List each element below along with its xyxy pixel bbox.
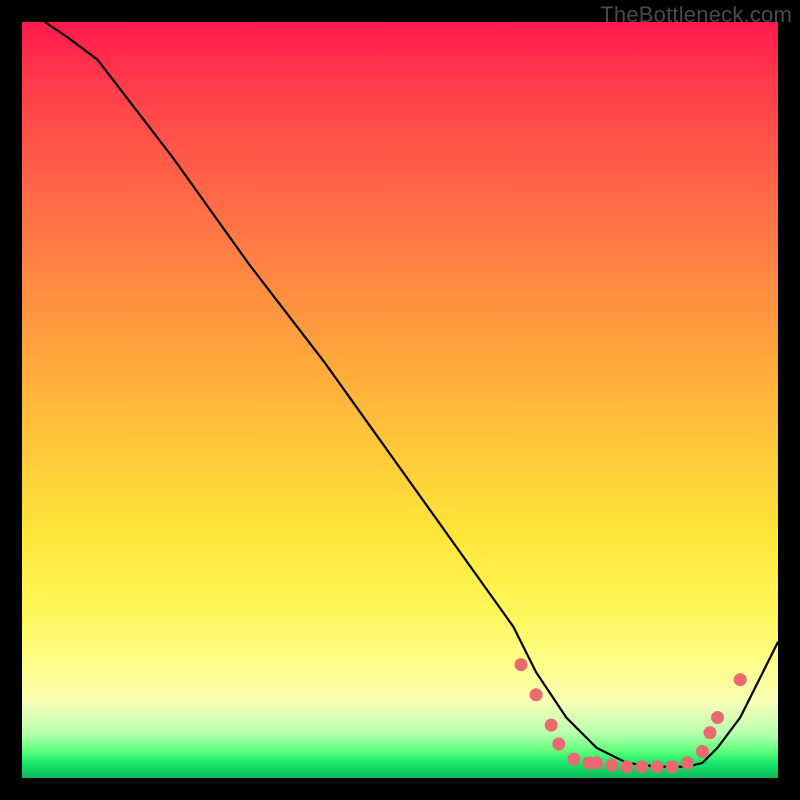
data-marker [620, 760, 633, 773]
chart-plot-area [22, 22, 778, 778]
chart-stage: TheBottleneck.com [0, 0, 800, 800]
data-marker [567, 753, 580, 766]
data-marker [734, 673, 747, 686]
data-marker [681, 756, 694, 769]
data-marker [651, 760, 664, 773]
bottleneck-curve [45, 22, 778, 767]
data-marker [545, 719, 558, 732]
data-marker [605, 759, 618, 772]
data-marker [704, 726, 717, 739]
data-marker [666, 760, 679, 773]
data-marker [515, 658, 528, 671]
data-marker [635, 760, 648, 773]
chart-svg [22, 22, 778, 778]
data-marker [590, 756, 603, 769]
data-marker [711, 711, 724, 724]
watermark-text: TheBottleneck.com [600, 2, 792, 28]
data-marker [696, 745, 709, 758]
data-marker [530, 688, 543, 701]
data-marker [552, 738, 565, 751]
marker-group [515, 658, 747, 773]
